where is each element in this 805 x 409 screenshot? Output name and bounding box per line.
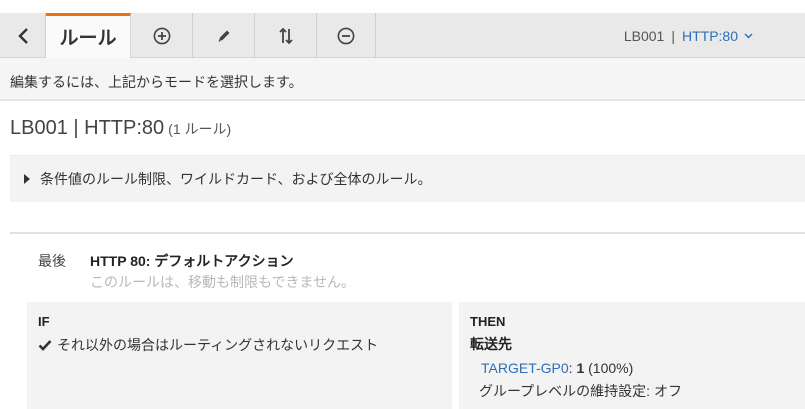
then-action: 転送先 xyxy=(470,336,512,352)
caret-right-icon xyxy=(24,174,30,184)
target-group-link[interactable]: TARGET-GP0 xyxy=(481,360,569,376)
stickiness-setting: グループレベルの維持設定: オフ xyxy=(479,383,682,399)
chevron-down-icon xyxy=(744,33,753,39)
rules-toolbar: ルール LB001 | HTTP:80 xyxy=(0,13,805,58)
if-condition: それ以外の場合はルーティングされないリクエスト xyxy=(38,335,452,355)
rule-order: 最後 xyxy=(38,253,66,269)
check-icon xyxy=(38,339,52,351)
sort-arrows-icon xyxy=(278,27,293,44)
delete-rule-button[interactable] xyxy=(317,13,376,58)
expander-label: 条件値のルール制限、ワイルドカード、および全体のルール。 xyxy=(40,171,432,187)
chevron-left-icon xyxy=(17,27,28,44)
rule-count: (1 ルール) xyxy=(168,121,232,137)
if-heading: IF xyxy=(38,314,50,329)
then-heading: THEN xyxy=(470,314,506,329)
reorder-rules-button[interactable] xyxy=(255,13,317,58)
mode-hint: 編集するには、上記からモードを選択します。 xyxy=(0,58,805,101)
if-condition-text: それ以外の場合はルーティングされないリクエスト xyxy=(57,337,379,353)
load-balancer-name: LB001 xyxy=(623,27,665,44)
edit-rules-button[interactable] xyxy=(193,13,255,58)
target-percent: (100%) xyxy=(584,360,634,376)
then-panel: THEN 転送先 TARGET-GP0: 1 (100%) グループレベルの維持… xyxy=(459,302,805,409)
if-panel: IF それ以外の場合はルーティングされないリクエスト xyxy=(27,302,452,409)
tab-rules[interactable]: ルール xyxy=(46,13,131,58)
pencil-icon xyxy=(218,30,229,42)
minus-circle-icon xyxy=(337,27,355,44)
listener-selector[interactable]: LB001 | HTTP:80 xyxy=(624,13,753,58)
rule-name: HTTP 80: デフォルトアクション xyxy=(90,253,294,269)
divider xyxy=(10,232,805,234)
target-group-entry: TARGET-GP0: 1 (100%) xyxy=(481,360,805,376)
add-rule-button[interactable] xyxy=(131,13,193,58)
plus-circle-icon xyxy=(153,27,170,44)
listener-dropdown[interactable]: HTTP:80 xyxy=(682,28,738,44)
listener-separator: | xyxy=(671,27,675,44)
rule-limits-expander[interactable]: 条件値のルール制限、ワイルドカード、および全体のルール。 xyxy=(10,155,805,202)
page-title: LB001 | HTTP:80 (1 ルール) xyxy=(10,117,231,140)
listener-title: LB001 | HTTP:80 xyxy=(10,117,165,139)
back-button[interactable] xyxy=(0,13,46,58)
rule-note: このルールは、移動も制限もできません。 xyxy=(90,274,356,290)
